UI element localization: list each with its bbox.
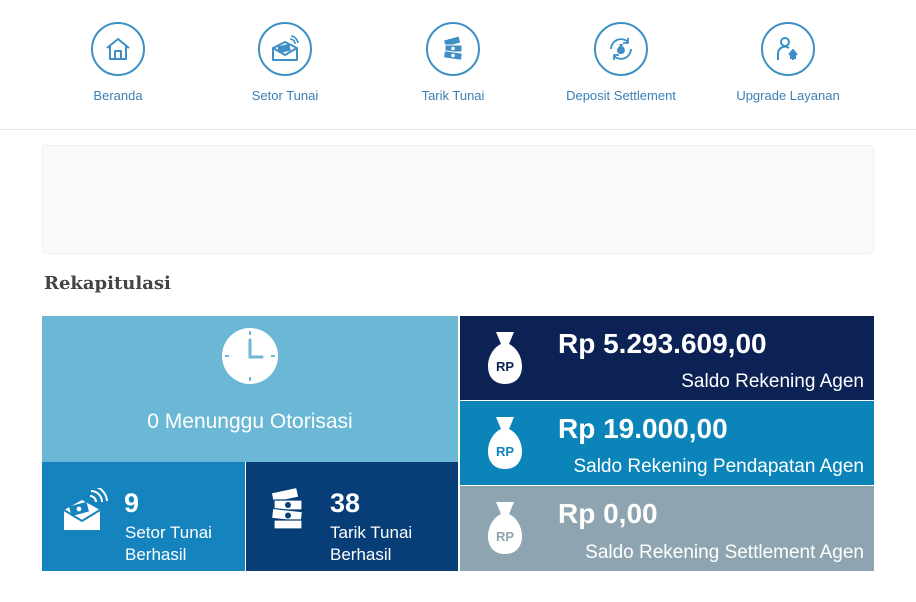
saldo-label: Saldo Rekening Pendapatan Agen: [573, 456, 864, 477]
saldo-amount: Rp 19.000,00: [558, 413, 728, 444]
nav-item-tarik-tunai[interactable]: Tarik Tunai: [383, 22, 523, 103]
tarik-tunai-tile[interactable]: 38 Tarik Tunai Berhasil: [246, 462, 458, 571]
nav-item-deposit-settlement[interactable]: Deposit Settlement: [551, 22, 691, 103]
saldo-label: Saldo Rekening Agen: [681, 371, 864, 392]
nav-label: Tarik Tunai: [421, 88, 485, 103]
setor-label-line2: Berhasil: [125, 545, 187, 564]
money-bag-icon: RP: [487, 417, 523, 469]
saldo-amount: Rp 0,00: [558, 498, 658, 529]
saldo-amount: Rp 5.293.609,00: [558, 328, 767, 359]
saldo-rekening-agen-tile[interactable]: RP Rp 5.293.609,00 Saldo Rekening Agen: [460, 316, 874, 400]
section-title: Rekapitulasi: [44, 273, 171, 294]
nav-item-beranda[interactable]: Beranda: [48, 22, 188, 103]
setor-label: Setor Tunai Berhasil: [125, 522, 212, 566]
cash-stack-icon: [270, 488, 303, 530]
money-bag-cycle-icon: [594, 22, 648, 76]
top-navigation: Beranda Setor Tunai Tarik Tunai Deposit …: [0, 0, 916, 130]
pending-authorization-tile[interactable]: 0 Menunggu Otorisasi: [42, 316, 458, 462]
home-icon: [91, 22, 145, 76]
tarik-label-line2: Berhasil: [330, 545, 392, 564]
clock-icon: [222, 328, 278, 384]
bag-text: RP: [496, 444, 514, 459]
money-bag-icon: RP: [487, 502, 523, 554]
nav-item-setor-tunai[interactable]: Setor Tunai: [215, 22, 355, 103]
tarik-count: 38: [330, 488, 361, 518]
cash-stack-icon: [426, 22, 480, 76]
setor-count: 9: [124, 488, 140, 518]
tarik-label: Tarik Tunai Berhasil: [330, 522, 412, 566]
money-bag-icon: RP: [487, 332, 523, 384]
tarik-label-line1: Tarik Tunai: [330, 523, 413, 542]
pending-label: 0 Menunggu Otorisasi: [147, 410, 353, 433]
saldo-label: Saldo Rekening Settlement Agen: [585, 542, 864, 563]
nav-label: Beranda: [93, 88, 143, 103]
setor-label-line1: Setor Tunai: [125, 523, 212, 542]
deposit-envelope-icon: [258, 22, 312, 76]
setor-tunai-tile[interactable]: 9 Setor Tunai Berhasil: [42, 462, 245, 571]
saldo-rekening-settlement-tile[interactable]: RP Rp 0,00 Saldo Rekening Settlement Age…: [460, 486, 874, 571]
deposit-envelope-icon: [63, 488, 108, 530]
content-panel: [42, 145, 874, 254]
user-upgrade-icon: [761, 22, 815, 76]
saldo-rekening-pendapatan-tile[interactable]: RP Rp 19.000,00 Saldo Rekening Pendapata…: [460, 401, 874, 485]
nav-item-upgrade-layanan[interactable]: Upgrade Layanan: [718, 22, 858, 103]
nav-label: Upgrade Layanan: [736, 88, 840, 103]
bag-text: RP: [496, 529, 514, 544]
bag-text: RP: [496, 359, 514, 374]
nav-label: Deposit Settlement: [566, 88, 676, 103]
nav-label: Setor Tunai: [251, 88, 319, 103]
